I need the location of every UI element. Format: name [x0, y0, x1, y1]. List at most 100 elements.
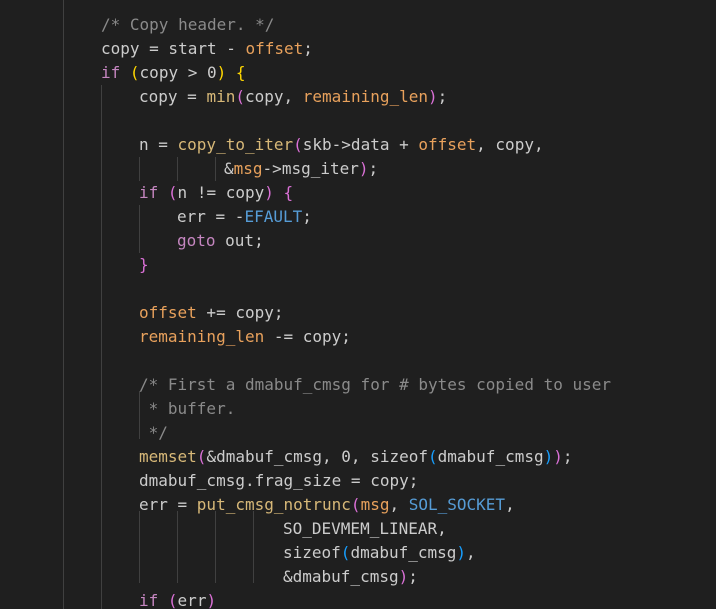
code-token-plain: ; [437, 87, 448, 106]
code-token-macro: SOL_SOCKET [408, 495, 506, 514]
code-token-var: offset [418, 135, 477, 154]
code-token-plain: skb->data + [302, 135, 419, 154]
code-token-bracket2: ( [235, 87, 245, 106]
code-line[interactable]: n = copy_to_iter(skb->data + offset, cop… [139, 133, 544, 157]
code-line[interactable]: &dmabuf_cmsg); [283, 565, 418, 589]
code-token-plain: n != copy [177, 183, 265, 202]
indent-guide [139, 511, 140, 583]
code-token-plain: & [224, 159, 234, 178]
code-line[interactable]: goto out; [177, 229, 264, 253]
code-token-plain: , [505, 495, 515, 514]
code-token-plain: , copy, [476, 135, 544, 154]
code-line[interactable]: if (n != copy) { [139, 181, 293, 205]
code-token-bracket2: } [139, 255, 149, 274]
indent-guide [253, 511, 254, 583]
code-line[interactable]: memset(&dmabuf_cmsg, 0, sizeof(dmabuf_cm… [139, 445, 573, 469]
code-token-var: remaining_len [139, 327, 265, 346]
code-token-plain: ; [302, 207, 312, 226]
code-line[interactable]: sizeof(dmabuf_cmsg), [283, 541, 476, 565]
code-token-bracket1: { [235, 63, 246, 82]
code-token-bracket2: ) [428, 87, 438, 106]
code-token-plain: &dmabuf_cmsg, 0, [206, 447, 371, 466]
code-token-var: offset [245, 39, 304, 58]
code-token-plain: ; [562, 447, 573, 466]
code-token-func: put_cmsg_notrunc [196, 495, 351, 514]
code-line[interactable]: } [139, 253, 149, 277]
code-token-var: msg [233, 159, 263, 178]
code-token-var: msg [360, 495, 390, 514]
code-line[interactable]: */ [139, 421, 168, 445]
code-token-func: min [206, 87, 236, 106]
code-token-bracket2: ( [167, 591, 178, 609]
code-token-macro: EFAULT [244, 207, 303, 226]
code-line[interactable]: offset += copy; [139, 301, 284, 325]
code-line[interactable]: if (err) [139, 589, 216, 609]
code-token-plain: , [389, 495, 409, 514]
code-token-keyword: if [101, 63, 121, 82]
code-token-plain: ->msg_iter [262, 159, 359, 178]
code-token-plain: -= copy; [264, 327, 351, 346]
code-token-bracket2: { [283, 183, 294, 202]
code-token-plain: out; [215, 231, 264, 250]
code-line[interactable]: /* First a dmabuf_cmsg for # bytes copie… [139, 373, 611, 397]
code-token-bracket2: ) [553, 447, 563, 466]
code-token-comment: * buffer. [139, 399, 236, 418]
code-token-bracket2: ) [264, 183, 274, 202]
code-token-bracket2: ) [398, 567, 409, 586]
code-token-bracket3: ) [543, 447, 554, 466]
code-line[interactable]: copy = min(copy, remaining_len); [139, 85, 447, 109]
code-line[interactable]: SO_DEVMEM_LINEAR, [283, 517, 447, 541]
code-token-plain: , [466, 543, 476, 562]
code-token-keyword: goto [177, 231, 216, 250]
indent-guide [177, 157, 178, 181]
code-line[interactable]: err = put_cmsg_notrunc(msg, SOL_SOCKET, [139, 493, 515, 517]
code-token-const: sizeof [370, 447, 428, 466]
indent-guide [63, 0, 64, 609]
code-line[interactable]: if (copy > 0) { [101, 61, 246, 85]
code-token-plain: err = - [177, 207, 245, 226]
code-line[interactable]: copy = start - offset; [101, 37, 313, 61]
code-token-var: remaining_len [302, 87, 429, 106]
code-token-bracket2: ( [167, 183, 178, 202]
code-token-var: offset [139, 303, 197, 322]
code-token-bracket2: ) [206, 591, 217, 609]
code-line[interactable]: remaining_len -= copy; [139, 325, 351, 349]
code-line[interactable]: err = -EFAULT; [177, 205, 312, 229]
code-line[interactable]: /* Copy header. */ [101, 13, 274, 37]
code-token-plain: ; [303, 39, 313, 58]
code-token-bracket2: ) [358, 159, 369, 178]
code-token-plain: copy > 0 [139, 63, 217, 82]
code-line[interactable]: * buffer. [139, 397, 236, 421]
code-token-plain: n = [139, 135, 178, 154]
code-token-plain: SO_DEVMEM_LINEAR, [283, 519, 447, 538]
code-editor[interactable]: /* Copy header. */ copy = start - offset;… [0, 0, 716, 609]
code-line[interactable]: dmabuf_cmsg.frag_size = copy; [139, 469, 418, 493]
code-token-comment: /* Copy header. */ [101, 15, 275, 34]
code-token-plain: &dmabuf_cmsg [283, 567, 399, 586]
code-token-keyword: if [139, 183, 159, 202]
code-token-plain: dmabuf_cmsg.frag_size = copy; [139, 471, 419, 490]
indent-guide [177, 511, 178, 583]
code-token-keyword: if [139, 591, 159, 609]
code-token-plain: copy = start - [101, 39, 246, 58]
indent-guide [101, 85, 102, 609]
code-token-plain: copy, [244, 87, 303, 106]
code-token-plain: copy = [139, 87, 207, 106]
code-token-plain: ; [408, 567, 418, 586]
code-token-bracket3: ) [456, 543, 467, 562]
indent-guide [139, 157, 140, 181]
code-token-comment: */ [139, 423, 168, 442]
code-token-bracket1: ( [129, 63, 140, 82]
code-token-func: copy_to_iter [177, 135, 294, 154]
code-token-plain: err = [139, 495, 197, 514]
code-token-comment: /* First a dmabuf_cmsg for # bytes copie… [139, 375, 612, 394]
indent-guide [215, 511, 216, 583]
code-token-bracket2: ( [293, 135, 303, 154]
code-token-plain: dmabuf_cmsg [350, 543, 457, 562]
code-line[interactable]: &msg->msg_iter); [224, 157, 378, 181]
code-token-plain: += copy; [196, 303, 284, 322]
